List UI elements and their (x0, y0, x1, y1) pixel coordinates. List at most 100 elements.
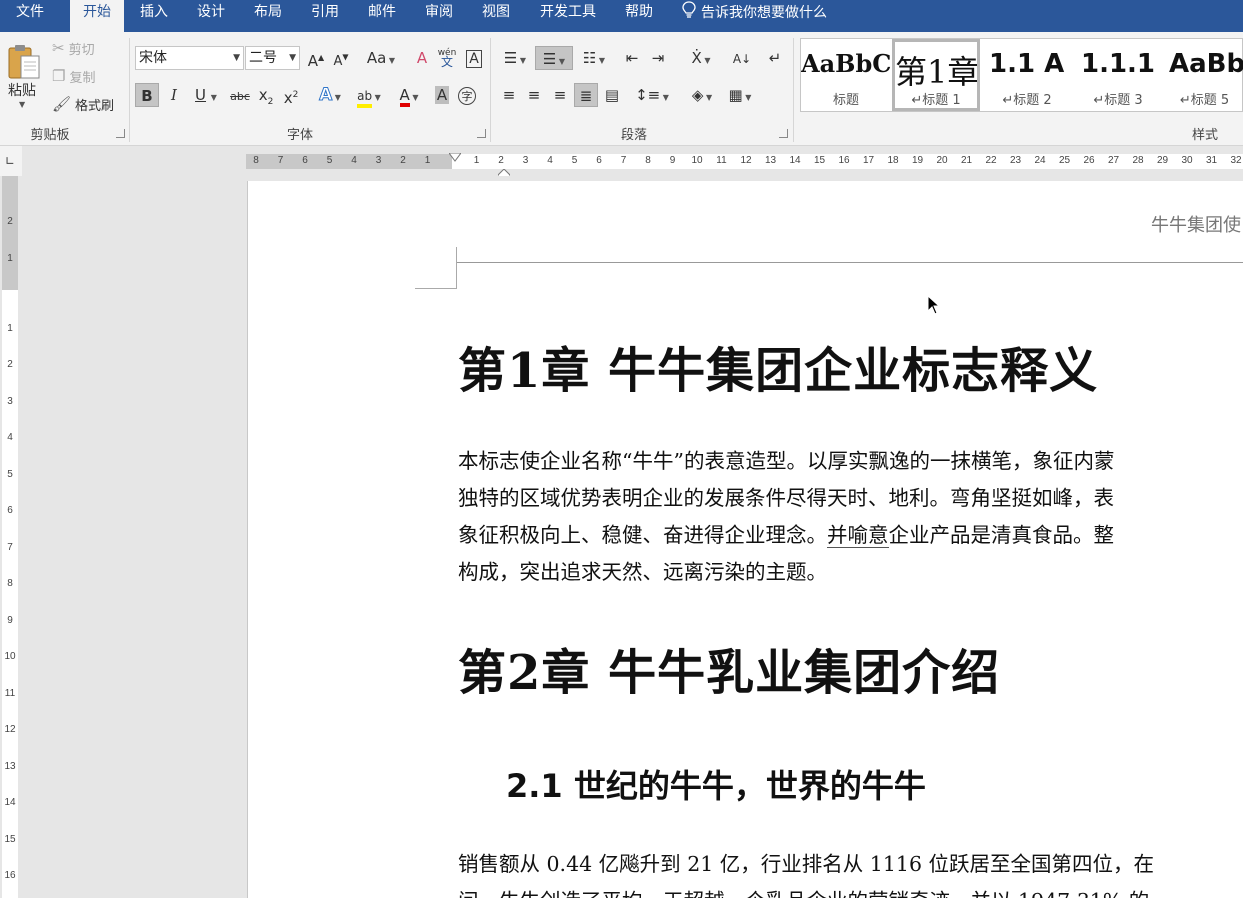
heading-section-2-1[interactable]: 2.1 世纪的牛牛，世界的牛牛 (506, 761, 926, 807)
paste-dropdown-arrow[interactable]: ▼ (19, 100, 25, 109)
grow-font-icon: A▲ (307, 52, 325, 70)
ruler-number: 16 (4, 870, 16, 881)
subscript-button[interactable]: x2 (254, 83, 278, 107)
subscript-icon: x2 (258, 86, 274, 107)
font-size-value: 二号 (249, 50, 277, 66)
paragraph-line[interactable]: 本标志使企业名称“牛牛”的表意造型。以厚实飘逸的一抹横笔，象征内蒙 (458, 443, 1114, 480)
strikethrough-icon: abc (230, 90, 250, 103)
bold-button[interactable]: B (135, 83, 159, 107)
superscript-button[interactable]: x2 (279, 83, 303, 107)
vertical-ruler[interactable]: 2 1 1 2 3 4 5 6 7 8 9 10 11 12 13 14 15 16 (0, 176, 22, 898)
style-heading-5-preview: AaBb (1169, 49, 1243, 79)
align-center-button[interactable]: ≡ (522, 83, 546, 107)
line-spacing-button[interactable]: ↕≡ ▼ (634, 83, 670, 107)
tab-view[interactable]: 视图 (472, 0, 520, 32)
tab-help[interactable]: 帮助 (615, 0, 663, 32)
document-canvas[interactable]: 牛牛集团使 第1章 牛牛集团企业标志释义 本标志使企业名称“牛牛”的表意造型。以… (22, 176, 1243, 898)
style-heading-1[interactable]: 第1章 ↵标题 1 (892, 39, 980, 111)
ruler-number: 11 (716, 155, 727, 166)
paragraph-line[interactable]: 独特的区域优势表明企业的发展条件尽得天时、地利。弯角坚挺如峰，表 (458, 480, 1114, 517)
grow-font-button[interactable]: A▲ (304, 46, 328, 70)
show-hide-marks-button[interactable]: ↵ (763, 46, 787, 70)
paragraph-line[interactable]: 构成，突出追求天然、远离污染的主题。 (458, 554, 827, 591)
tab-developer[interactable]: 开发工具 (530, 0, 606, 32)
change-case-button[interactable]: Aa ▼ (364, 46, 398, 70)
ruler-number: 7 (620, 155, 627, 166)
style-heading-5[interactable]: AaBb ↵标题 5 (1165, 39, 1243, 111)
paragraph-line[interactable]: 象征积极向上、稳健、奋进得企业理念。并喻意企业产品是清真食品。整 (458, 517, 1114, 554)
text-highlight-button[interactable]: ab ▼ (351, 83, 387, 108)
chinese-layout-button[interactable]: Ẋ ▼ (683, 46, 719, 70)
font-color-button[interactable]: A ▼ (391, 83, 427, 107)
shrink-font-button[interactable]: A▼ (329, 46, 353, 70)
tab-selector[interactable]: ∟ (0, 146, 22, 176)
copy-icon: ❐ (52, 67, 66, 85)
format-painter-button[interactable]: 🖌 格式刷 (52, 95, 115, 115)
font-family-select[interactable]: 宋体 ▼ (135, 46, 244, 70)
paste-label[interactable]: 粘贴 (8, 80, 36, 100)
tab-file[interactable]: 文件 (0, 0, 60, 32)
multilevel-list-button[interactable]: ☷ ▼ (576, 46, 612, 70)
ruler-number: 2 (7, 216, 13, 227)
increase-indent-button[interactable]: ⇥ (646, 46, 670, 70)
ruler-number: 26 (1083, 155, 1095, 166)
tab-insert[interactable]: 插入 (130, 0, 178, 32)
align-right-icon: ≡ (553, 86, 567, 104)
shading-button[interactable]: ◈ ▼ (684, 83, 720, 107)
clipboard-dialog-launcher[interactable] (116, 129, 125, 138)
italic-icon: I (171, 86, 177, 104)
align-right-button[interactable]: ≡ (548, 83, 572, 107)
clear-formatting-button[interactable]: A (410, 46, 434, 70)
paragraph-line[interactable]: 销售额从 0.44 亿飚升到 21 亿，行业排名从 1116 位跃居至全国第四位… (458, 846, 1154, 883)
distributed-button[interactable]: ▤ (600, 83, 624, 107)
tab-review[interactable]: 审阅 (415, 0, 463, 32)
underline-button[interactable]: U ▼ (188, 83, 224, 107)
enclose-characters-button[interactable]: 字 (455, 83, 479, 107)
font-dialog-launcher[interactable] (477, 129, 486, 138)
tab-design[interactable]: 设计 (187, 0, 235, 32)
italic-button[interactable]: I (162, 83, 186, 107)
copy-button[interactable]: ❐ 复制 (52, 67, 95, 87)
tab-references[interactable]: 引用 (301, 0, 349, 32)
tab-home[interactable]: 开始 (70, 0, 124, 32)
tab-layout[interactable]: 布局 (244, 0, 292, 32)
character-shading-button[interactable]: A (430, 83, 454, 107)
ruler-number: 3 (7, 395, 13, 407)
align-left-icon: ≡ (502, 86, 516, 104)
crop-mark (415, 288, 457, 289)
align-left-button[interactable]: ≡ (497, 83, 521, 107)
style-heading-2[interactable]: 1.1 A ↵标题 2 (983, 39, 1071, 111)
text-effects-button[interactable]: A ▼ (313, 83, 347, 107)
cut-button[interactable]: ✂ 剪切 (52, 39, 95, 59)
style-title[interactable]: AaBbC 标题 (801, 39, 891, 111)
borders-button[interactable]: ▦ ▼ (722, 83, 758, 107)
style-heading-3[interactable]: 1.1.1 ↵标题 3 (1073, 39, 1163, 111)
font-size-select[interactable]: 二号 ▼ (245, 46, 300, 70)
justify-button[interactable]: ≣ (574, 83, 598, 107)
decrease-indent-button[interactable]: ⇤ (620, 46, 644, 70)
numbering-button[interactable]: ☰ ▼ (535, 46, 573, 70)
horizontal-ruler[interactable]: 8 7 6 5 4 3 2 1 1 2 3 4 5 6 7 8 9 10 11 12 13 14 15 16 17 18 19 20 2… (22, 146, 1243, 181)
tab-mailings[interactable]: 邮件 (358, 0, 406, 32)
text-effects-icon: A (319, 85, 333, 106)
heading-chapter-2[interactable]: 第2章 牛牛乳业集团介绍 (458, 633, 1000, 703)
paragraph-line[interactable]: 间，牛牛创造了平均一天超越一个乳品企业的营销奇迹，并以 1947.31% 的 (458, 883, 1149, 898)
strikethrough-button[interactable]: abc (227, 83, 253, 107)
text-run: 象征积极向上、稳健、奋进得企业理念。 (458, 523, 827, 547)
marked-text[interactable]: 并喻意 (827, 523, 889, 548)
first-line-indent-marker[interactable] (448, 147, 462, 166)
bullets-button[interactable]: ☰ ▼ (497, 46, 533, 70)
paint-bucket-icon: ◈ (691, 86, 704, 104)
page-header-text: 牛牛集团使 (1151, 215, 1241, 236)
heading-chapter-1[interactable]: 第1章 牛牛集团企业标志释义 (458, 331, 1098, 401)
ruler-number: 1 (7, 252, 13, 264)
format-painter-label: 格式刷 (75, 99, 115, 114)
tell-me-search[interactable]: 告诉我你想要做什么 (682, 1, 827, 23)
group-divider (793, 38, 794, 142)
ruler-number: 13 (4, 760, 16, 772)
paragraph-dialog-launcher[interactable] (779, 129, 788, 138)
character-border-button[interactable]: A (462, 46, 486, 70)
document-page[interactable]: 牛牛集团使 第1章 牛牛集团企业标志释义 本标志使企业名称“牛牛”的表意造型。以… (247, 181, 1243, 898)
phonetic-guide-button[interactable]: wén 文 (435, 46, 459, 70)
sort-button[interactable]: A↓ (730, 46, 754, 70)
